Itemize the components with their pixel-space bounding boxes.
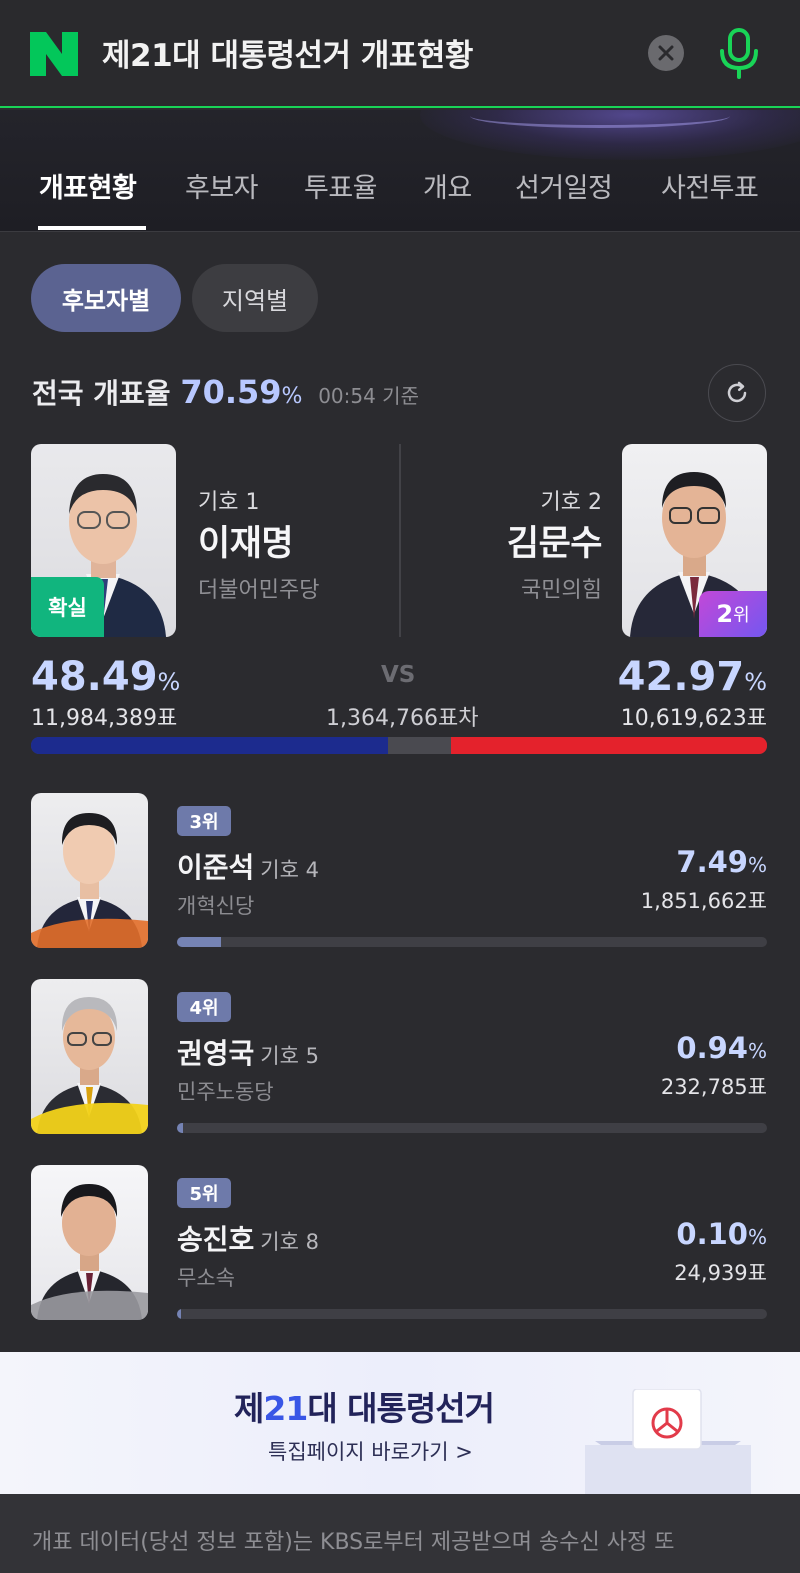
candidate-divider	[399, 444, 401, 637]
microphone-icon[interactable]	[715, 26, 763, 80]
search-query[interactable]: 제21대 대통령선거 개표현황	[102, 30, 473, 75]
candidate-percent-1: 48.49%	[31, 654, 181, 700]
candidate-photo-4[interactable]	[31, 979, 148, 1134]
section-tabs: 개표현황 후보자 투표율 개요 선거일정 사전투표	[0, 110, 800, 232]
candidate-votes-5: 24,939표	[674, 1261, 767, 1285]
count-rate-value: 70.59	[180, 373, 282, 411]
search-header: 제21대 대통령선거 개표현황	[0, 0, 800, 108]
national-count-rate: 전국 개표율 70.59% 00:54 기준	[32, 372, 419, 412]
candidate-photo-3[interactable]	[31, 793, 148, 948]
candidate-party-4: 민주노동당	[177, 1080, 274, 1104]
candidate-party-3: 개혁신당	[177, 894, 255, 918]
candidate-name-5[interactable]: 송진호 기호 8	[177, 1218, 319, 1258]
candidate-party-2: 국민의힘	[521, 578, 602, 603]
count-rate-time: 00:54 기준	[318, 384, 419, 408]
candidate-number-1: 기호 1	[198, 490, 260, 515]
rank-badge-3: 3위	[177, 806, 231, 836]
tab-early-voting[interactable]: 사전투표	[661, 166, 759, 205]
candidate-party-5: 무소속	[177, 1266, 235, 1290]
banner-link[interactable]: 특집페이지 바로가기 >	[268, 1436, 473, 1466]
candidate-number-2: 기호 2	[540, 490, 602, 515]
candidate-name-1[interactable]: 이재명	[198, 515, 294, 566]
candidate-name-3[interactable]: 이준석 기호 4	[177, 846, 319, 886]
vote-share-bar-5	[177, 1309, 767, 1319]
rank-number: 2	[716, 600, 734, 628]
candidate-percent-4: 0.94%	[676, 1031, 767, 1065]
vote-share-bar-left	[31, 737, 388, 754]
rank-badge-4: 4위	[177, 992, 231, 1022]
candidate-party-1: 더불어민주당	[198, 578, 320, 603]
portrait-image	[31, 997, 148, 1134]
vote-share-bar	[31, 737, 767, 754]
candidate-votes-4: 232,785표	[660, 1075, 767, 1099]
by-candidate-button[interactable]: 후보자별	[31, 264, 181, 332]
rank-badge-2: 2위	[699, 591, 767, 637]
candidate-photo-5[interactable]	[31, 1165, 148, 1320]
banner-title: 제21대 대통령선거	[234, 1389, 495, 1428]
confirmed-badge: 확실	[31, 577, 104, 637]
candidate-name-4[interactable]: 권영국 기호 5	[177, 1032, 319, 1072]
count-rate-unit: %	[281, 384, 303, 409]
candidate-percent-5: 0.10%	[676, 1217, 767, 1251]
clear-search-button[interactable]	[648, 35, 684, 71]
candidate-votes-3: 1,851,662표	[640, 889, 767, 913]
footer-notice: 개표 데이터(당선 정보 포함)는 KBS로부터 제공받으며 송수신 사정 또	[0, 1494, 800, 1573]
tab-overview[interactable]: 개요	[423, 166, 472, 205]
vote-difference: 1,364,766표차	[326, 706, 479, 731]
data-source-notice: 개표 데이터(당선 정보 포함)는 KBS로부터 제공받으며 송수신 사정 또	[32, 1530, 675, 1555]
count-rate-label: 전국 개표율	[32, 377, 171, 410]
candidate-name-2[interactable]: 김문수	[507, 515, 603, 566]
candidate-photo-2[interactable]: 2위	[622, 444, 767, 637]
vote-share-bar-4	[177, 1123, 767, 1133]
portrait-image	[31, 1184, 148, 1320]
tab-count-status[interactable]: 개표현황	[39, 166, 137, 205]
candidate-votes-2: 10,619,623표	[620, 706, 767, 731]
active-tab-indicator	[38, 226, 146, 230]
refresh-icon	[727, 381, 747, 403]
tab-turnout[interactable]: 투표율	[304, 166, 378, 205]
vs-label: VS	[381, 662, 416, 688]
candidate-photo-1[interactable]: 확실	[31, 444, 176, 637]
candidate-votes-1: 11,984,389표	[31, 706, 178, 731]
tab-schedule[interactable]: 선거일정	[515, 166, 613, 205]
close-icon	[658, 45, 674, 61]
by-region-button[interactable]: 지역별	[192, 264, 318, 332]
vote-share-fill-3	[177, 937, 222, 947]
candidate-percent-2: 42.97%	[617, 654, 767, 700]
refresh-button[interactable]	[708, 364, 766, 422]
rank-badge-5: 5위	[177, 1178, 231, 1208]
ballot-box-icon	[585, 1389, 751, 1494]
vote-share-bar-right	[450, 737, 767, 754]
vote-share-fill-4	[177, 1123, 183, 1133]
rank-unit: 위	[733, 605, 750, 626]
vote-share-bar-3	[177, 937, 767, 947]
candidate-percent-3: 7.49%	[676, 845, 767, 879]
portrait-image	[31, 813, 148, 948]
tab-candidates[interactable]: 후보자	[185, 166, 259, 205]
vote-share-fill-5	[177, 1309, 181, 1319]
naver-logo[interactable]	[30, 32, 78, 76]
